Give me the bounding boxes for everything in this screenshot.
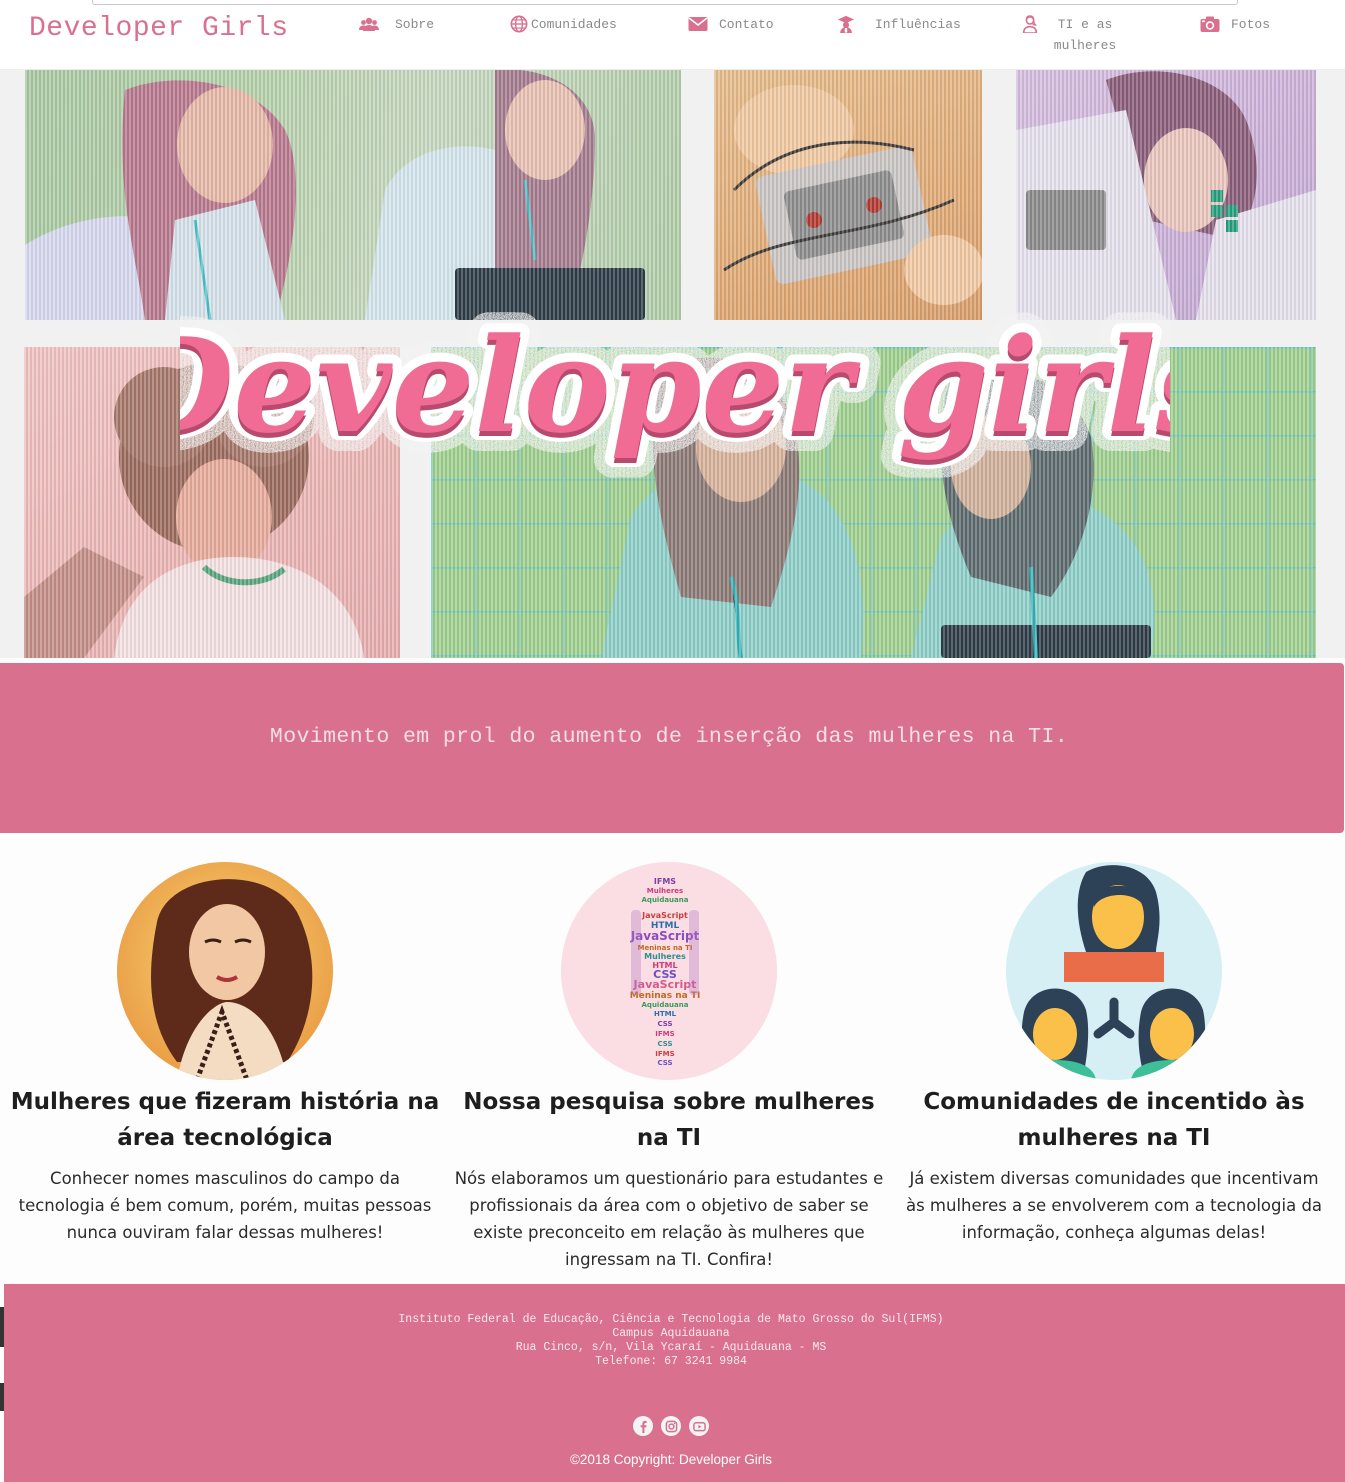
navbar: Developer Girls Sobre Comunidades Contat… <box>0 10 1345 70</box>
youtube-icon[interactable] <box>689 1416 709 1436</box>
svg-text:HTML: HTML <box>654 1010 677 1018</box>
woman-icon <box>1019 14 1041 34</box>
svg-text:CSS: CSS <box>657 1059 672 1067</box>
feature-image-hedy[interactable] <box>117 862 333 1080</box>
svg-text:Meninas na TI: Meninas na TI <box>638 944 693 952</box>
users-icon <box>358 14 380 34</box>
svg-text:CSS: CSS <box>657 1020 672 1028</box>
nav-label-fotos: Fotos <box>1231 17 1271 32</box>
address-bar-edge <box>92 0 1238 5</box>
svg-text:JavaScript: JavaScript <box>641 911 688 920</box>
svg-text:Mulheres: Mulheres <box>644 952 686 961</box>
footer: Instituto Federal de Educação, Ciência e… <box>4 1284 1345 1482</box>
svg-text:IFMS: IFMS <box>655 1050 674 1058</box>
facebook-icon[interactable] <box>633 1416 653 1436</box>
nav-label-ti-mulheres: TI e as mulheres <box>1053 17 1117 53</box>
globe-icon <box>508 14 530 34</box>
nav-label-influencias: Influências <box>875 17 961 32</box>
svg-text:IFMS: IFMS <box>654 877 676 886</box>
svg-text:Aquidauana: Aquidauana <box>642 1001 689 1009</box>
svg-text:Developer girls: Developer girls <box>180 309 1170 462</box>
nav-label-sobre: Sobre <box>395 17 435 32</box>
address-line: Campus Aquidauana <box>612 1327 730 1340</box>
mission-text: Movimento em prol do aumento de inserção… <box>269 725 1069 749</box>
feature-text: Já existem diversas comunidades que ince… <box>905 1169 1323 1242</box>
nav-item-ti-mulheres[interactable]: TI e as mulheres <box>1019 14 1129 56</box>
feature-title: Nossa pesquisa sobre mulheres na TI <box>463 1089 875 1151</box>
feature-pesquisa: IFMS Mulheres Aquidauana JavaScript HTML… <box>453 862 885 1273</box>
feature-image-community[interactable] <box>1006 862 1222 1080</box>
brand-logo[interactable]: Developer Girls <box>29 13 289 44</box>
feature-title: Mulheres que fizeram história na área te… <box>10 1089 440 1151</box>
footer-address: Instituto Federal de Educação, Ciência e… <box>4 1313 1338 1369</box>
copyright: ©2018 Copyright: Developer Girls <box>569 1452 773 1467</box>
feature-title: Comunidades de incentido às mulheres na … <box>923 1089 1305 1151</box>
svg-text:Aquidauana: Aquidauana <box>642 896 689 904</box>
hero-collage: Developer girls Developer girls Develope… <box>0 70 1345 658</box>
svg-text:JavaScript: JavaScript <box>633 978 697 991</box>
nav-item-sobre[interactable]: Sobre <box>358 14 434 35</box>
address-line: Rua Cinco, s/n, Vila Ycaraí - Aquidauana… <box>515 1341 827 1354</box>
social-links <box>4 1416 1338 1436</box>
svg-text:CSS: CSS <box>657 1040 672 1048</box>
envelope-icon <box>687 14 709 34</box>
nav-item-influencias[interactable]: Influências <box>835 14 961 35</box>
hero-title-logo: Developer girls Developer girls Develope… <box>180 289 1170 482</box>
nav-item-comunidades[interactable]: Comunidades <box>508 14 617 35</box>
camera-icon <box>1199 14 1221 34</box>
nav-label-contato: Contato <box>719 17 774 32</box>
feature-historia: Mulheres que fizeram história na área te… <box>5 862 445 1246</box>
graduate-icon <box>835 14 857 34</box>
browser-top-strip <box>0 0 1345 10</box>
svg-text:Mulheres: Mulheres <box>647 887 683 895</box>
feature-text: Nós elaboramos um questionário para estu… <box>454 1169 884 1269</box>
instagram-icon[interactable] <box>661 1416 681 1436</box>
address-line: Telefone: 67 3241 9984 <box>595 1355 747 1368</box>
feature-comunidades: Comunidades de incentido às mulheres na … <box>898 862 1330 1246</box>
address-line: Instituto Federal de Educação, Ciência e… <box>398 1313 944 1326</box>
nav-item-fotos[interactable]: Fotos <box>1199 14 1270 35</box>
nav-item-contato[interactable]: Contato <box>687 14 774 35</box>
svg-text:IFMS: IFMS <box>655 1030 674 1038</box>
feature-image-wordcloud[interactable]: IFMS Mulheres Aquidauana JavaScript HTML… <box>561 862 777 1080</box>
nav-label-comunidades: Comunidades <box>531 17 617 32</box>
feature-text: Conhecer nomes masculinos do campo da te… <box>18 1169 432 1242</box>
mission-banner: Movimento em prol do aumento de inserção… <box>0 663 1344 833</box>
